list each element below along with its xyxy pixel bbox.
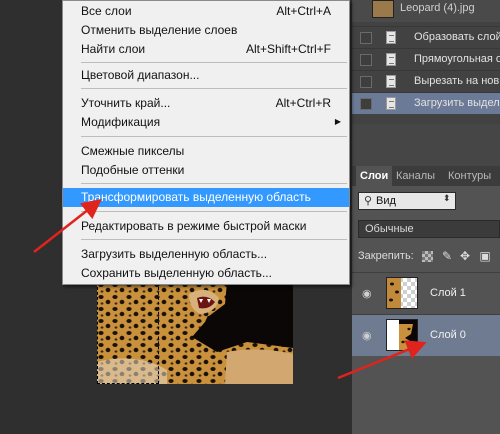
menu-separator [81,136,347,137]
history-step-active[interactable]: Загрузить выделе [352,92,500,114]
menu-separator [81,211,347,212]
menu-item-shortcut: Alt+Ctrl+R [275,96,331,110]
history-step-label: Образовать слой [414,31,500,43]
tab-channels[interactable]: Каналы [392,166,439,186]
menu-item-label: Уточнить край... [81,96,171,110]
lock-all-icon[interactable]: ▣ [478,249,492,263]
submenu-arrow-icon: ▶ [334,117,341,126]
tab-paths[interactable]: Контуры [444,166,495,186]
history-step-label: Прямоугольная обл [414,53,500,65]
menu-item-label: Трансформировать выделенную область [81,190,311,204]
filter-kind-select[interactable]: ⚲ Вид ⬍ [358,192,456,210]
filter-kind-value: Вид [376,195,396,207]
blend-mode-select[interactable]: Обычные [358,220,500,238]
history-checkbox[interactable] [360,76,372,88]
snapshot-label: Leopard (4).jpg [400,2,475,14]
lock-position-icon[interactable]: ✥ [458,249,472,263]
menu-item-shortcut: Alt+Ctrl+A [276,4,331,18]
menu-item-load-selection[interactable]: Загрузить выделенную область... [63,245,349,264]
menu-item-label: Отменить выделение слоев [81,23,238,37]
menu-separator [81,239,347,240]
layer-thumbnail [386,277,418,309]
menu-item-color-range[interactable]: Цветовой диапазон... [63,66,349,85]
menu-item-all-layers[interactable]: Все слои Alt+Ctrl+A [63,2,349,21]
lock-label: Закрепить: [358,250,414,262]
menu-item-label: Сохранить выделенную область... [81,266,272,280]
menu-item-refine-edge[interactable]: Уточнить край... Alt+Ctrl+R [63,94,349,113]
menu-item-shortcut: Alt+Shift+Ctrl+F [245,42,331,56]
document-icon [386,31,396,44]
menu-item-label: Все слои [81,4,132,18]
tab-layers[interactable]: Слои [356,166,393,186]
history-step[interactable]: Вырезать на новый [352,70,500,92]
eye-icon[interactable]: ◉ [362,287,372,300]
menu-item-deselect-layers[interactable]: Отменить выделение слоев [63,21,349,40]
history-snapshot[interactable]: Leopard (4).jpg [352,0,500,22]
blend-mode-value: Обычные [365,223,414,235]
layer-row-selected[interactable]: ◉ Слой 0 [352,314,500,356]
history-checkbox[interactable] [360,54,372,66]
menu-item-similar[interactable]: Подобные оттенки [63,161,349,180]
layers-tabs: Слои Каналы Контуры [352,166,500,186]
menu-separator [81,88,347,89]
lock-paint-icon[interactable]: ✎ [440,249,454,263]
lock-row: Закрепить: ✎ ✥ ▣ [358,248,500,266]
menu-item-label: Найти слои [81,42,146,56]
menu-item-label: Смежные пикселы [81,144,185,158]
search-icon: ⚲ [364,195,373,207]
document-icon [386,97,396,110]
menu-item-quick-mask[interactable]: Редактировать в режиме быстрой маски [63,217,349,236]
layer-name: Слой 1 [430,287,466,299]
menu-item-label: Загрузить выделенную область... [81,247,268,261]
eye-icon[interactable]: ◉ [362,329,372,342]
menu-item-save-selection[interactable]: Сохранить выделенную область... [63,264,349,283]
history-checkbox[interactable] [360,32,372,44]
layer-row[interactable]: ◉ Слой 1 [352,272,500,314]
history-step-label: Вырезать на новый [414,75,500,87]
history-step-label: Загрузить выделе [414,97,500,109]
right-panel: Leopard (4).jpg Образовать слой Прямоуго… [352,0,500,434]
menu-item-find-layers[interactable]: Найти слои Alt+Shift+Ctrl+F [63,40,349,59]
layers-panel: Слои Каналы Контуры ⚲ Вид ⬍ Обычные Закр… [352,166,500,434]
layer-thumbnail [386,319,418,351]
layer-name: Слой 0 [430,329,466,341]
menu-separator [81,183,347,184]
menu-item-label: Редактировать в режиме быстрой маски [81,219,307,233]
history-panel: Leopard (4).jpg Образовать слой Прямоуго… [352,0,500,124]
history-checkbox[interactable] [360,98,372,110]
history-step[interactable]: Образовать слой [352,26,500,48]
menu-item-label: Подобные оттенки [81,163,185,177]
menu-item-label: Модификация [81,115,161,129]
menu-item-transform-selection[interactable]: Трансформировать выделенную область [63,188,349,207]
menu-item-label: Цветовой диапазон... [81,68,200,82]
document-icon [386,75,396,88]
selection-marquee[interactable] [97,282,159,384]
menu-item-modify[interactable]: Модификация ▶ [63,113,349,132]
menu-separator [81,62,347,63]
select-context-menu: Все слои Alt+Ctrl+A Отменить выделение с… [62,0,350,285]
snapshot-thumbnail [372,0,394,18]
chevron-updown-icon: ⬍ [443,193,451,203]
document-icon [386,53,396,66]
history-step[interactable]: Прямоугольная обл [352,48,500,70]
menu-item-grow[interactable]: Смежные пикселы [63,142,349,161]
lock-transparency-icon[interactable] [422,251,433,262]
